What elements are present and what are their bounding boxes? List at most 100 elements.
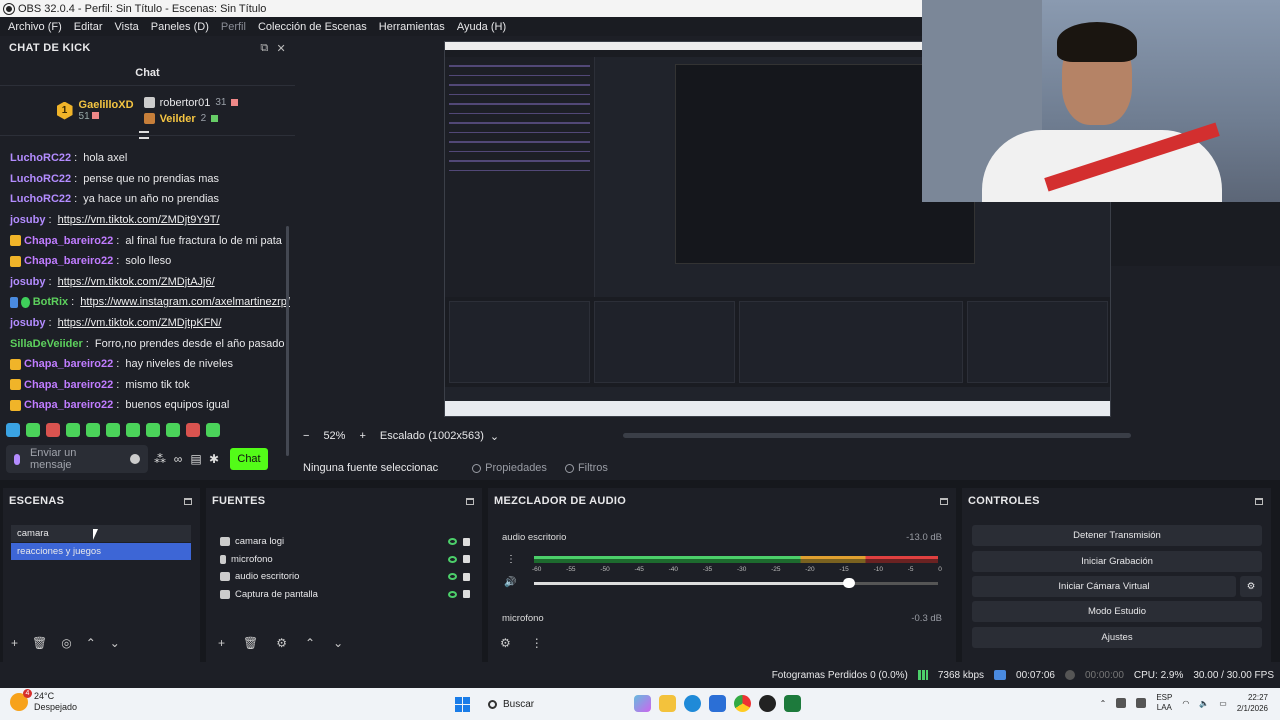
- zoom-out-button[interactable]: −: [303, 430, 309, 442]
- chat-username[interactable]: josuby: [10, 214, 45, 226]
- infinity-icon[interactable]: ∞: [172, 453, 184, 465]
- emote-icon[interactable]: [126, 423, 140, 437]
- store-icon[interactable]: [709, 695, 726, 712]
- trash-icon[interactable]: 🗑: [32, 636, 47, 650]
- emote-icon[interactable]: [186, 423, 200, 437]
- trash-icon[interactable]: 🗑: [243, 636, 258, 650]
- chat-username[interactable]: Chapa_bareiro22: [24, 235, 113, 247]
- start-virtual-camera-button[interactable]: Iniciar Cámara Virtual: [972, 576, 1236, 597]
- volume-icon[interactable]: 🔈: [1199, 699, 1209, 708]
- chat-username[interactable]: Chapa_bareiro22: [24, 379, 113, 391]
- source-item[interactable]: camara logi: [220, 533, 470, 551]
- visibility-icon[interactable]: [448, 573, 457, 581]
- arrow-up-icon[interactable]: ⌃: [305, 636, 315, 650]
- chat-username[interactable]: LuchoRC22: [10, 173, 71, 185]
- taskbar-search[interactable]: Buscar: [480, 693, 630, 715]
- emote-icon[interactable]: [106, 423, 120, 437]
- menu-ayuda[interactable]: Ayuda (H): [451, 21, 512, 33]
- menu-dots-icon[interactable]: ⋮: [531, 636, 543, 650]
- emote-icon[interactable]: [66, 423, 80, 437]
- chevron-up-icon[interactable]: ⌃: [1100, 699, 1107, 708]
- chat-username[interactable]: LuchoRC22: [10, 193, 71, 205]
- visibility-icon[interactable]: [448, 555, 457, 563]
- undock-icon[interactable]: ⧉: [260, 42, 268, 55]
- wifi-icon[interactable]: ◠: [1182, 699, 1189, 708]
- menu-perfil[interactable]: Perfil: [215, 21, 252, 33]
- collapse-icon[interactable]: [139, 131, 149, 139]
- gear-icon[interactable]: ✱: [208, 453, 220, 465]
- battery-icon[interactable]: ▭: [1219, 699, 1227, 708]
- windows-start-icon[interactable]: [455, 697, 470, 712]
- lock-icon[interactable]: [463, 572, 470, 581]
- tray-app-icon[interactable]: [1116, 698, 1127, 708]
- chat-username[interactable]: BotRix: [33, 296, 68, 308]
- lock-icon[interactable]: [463, 555, 470, 564]
- store-icon[interactable]: ▤: [190, 453, 202, 465]
- chat-input[interactable]: Enviar un mensaje: [6, 445, 148, 473]
- add-icon[interactable]: +: [11, 636, 18, 650]
- gifter-row[interactable]: Veilder 2: [143, 113, 239, 125]
- clock[interactable]: 22:27 2/1/2026: [1237, 692, 1268, 714]
- edge-icon[interactable]: [684, 695, 701, 712]
- zoom-in-button[interactable]: +: [359, 430, 365, 442]
- chat-username[interactable]: SillaDeVeiider: [10, 338, 83, 350]
- chat-send-button[interactable]: Chat: [230, 448, 268, 470]
- gear-icon[interactable]: ⚙: [276, 636, 287, 650]
- menu-coleccion-escenas[interactable]: Colección de Escenas: [252, 21, 373, 33]
- settings-button[interactable]: Ajustes: [972, 627, 1262, 648]
- language-indicator[interactable]: ESP LAA: [1156, 693, 1172, 713]
- file-explorer-icon[interactable]: [659, 695, 676, 712]
- copilot-icon[interactable]: [634, 695, 651, 712]
- chat-username[interactable]: LuchoRC22: [10, 152, 71, 164]
- chat-link[interactable]: https://vm.tiktok.com/ZMDjt9Y9T/: [58, 214, 220, 226]
- close-icon[interactable]: ✕: [276, 42, 286, 55]
- emote-icon[interactable]: [6, 423, 20, 437]
- source-item[interactable]: Captura de pantalla: [220, 586, 470, 604]
- studio-mode-button[interactable]: Modo Estudio: [972, 601, 1262, 622]
- weather-widget[interactable]: 4 24°C Despejado: [10, 689, 77, 713]
- gear-icon[interactable]: ⚙: [500, 636, 511, 650]
- arrow-down-icon[interactable]: ⌄: [110, 636, 120, 650]
- add-icon[interactable]: +: [218, 636, 225, 650]
- emote-icon[interactable]: [166, 423, 180, 437]
- excel-icon[interactable]: [784, 695, 801, 712]
- chat-username[interactable]: josuby: [10, 317, 45, 329]
- menu-archivo[interactable]: Archivo (F): [2, 21, 68, 33]
- emote-icon[interactable]: [86, 423, 100, 437]
- undock-icon[interactable]: [466, 497, 474, 505]
- scene-item[interactable]: reacciones y juegos: [11, 543, 191, 560]
- visibility-icon[interactable]: [448, 538, 457, 546]
- chrome-icon[interactable]: [734, 695, 751, 712]
- chat-username[interactable]: josuby: [10, 276, 45, 288]
- preview-hscrollbar[interactable]: [623, 433, 1131, 438]
- obs-icon[interactable]: [759, 695, 776, 712]
- emoji-icon[interactable]: [130, 454, 140, 464]
- menu-paneles[interactable]: Paneles (D): [145, 21, 215, 33]
- emote-icon[interactable]: [206, 423, 220, 437]
- share-icon[interactable]: ⁂: [154, 453, 166, 465]
- scale-select[interactable]: Escalado (1002x563) ⌄: [380, 430, 499, 443]
- undock-icon[interactable]: [184, 497, 192, 505]
- volume-slider-knob[interactable]: [843, 578, 856, 588]
- speaker-icon[interactable]: 🔊: [504, 577, 516, 588]
- filters-button[interactable]: Filtros: [564, 462, 608, 474]
- channel-menu-icon[interactable]: ⋮: [506, 554, 516, 565]
- start-recording-button[interactable]: Iniciar Grabación: [972, 551, 1262, 572]
- chat-scrollbar[interactable]: [286, 226, 289, 456]
- arrow-down-icon[interactable]: ⌄: [333, 636, 343, 650]
- lock-icon[interactable]: [463, 537, 470, 546]
- properties-button[interactable]: Propiedades: [472, 462, 547, 474]
- menu-herramientas[interactable]: Herramientas: [373, 21, 451, 33]
- source-item[interactable]: audio escritorio: [220, 568, 470, 586]
- emote-icon[interactable]: [26, 423, 40, 437]
- chat-username[interactable]: Chapa_bareiro22: [24, 358, 113, 370]
- lock-icon[interactable]: [463, 590, 470, 599]
- menu-editar[interactable]: Editar: [68, 21, 109, 33]
- top-gifter[interactable]: 1 GaelilloXD 51: [56, 99, 134, 122]
- chat-link[interactable]: https://www.instagram.com/axelmartinezrp…: [80, 296, 290, 308]
- undock-icon[interactable]: [1255, 497, 1263, 505]
- tray-app-icon[interactable]: [1136, 698, 1147, 708]
- arrow-up-icon[interactable]: ⌃: [86, 636, 96, 650]
- chat-username[interactable]: Chapa_bareiro22: [24, 255, 113, 267]
- source-item[interactable]: microfono: [220, 551, 470, 569]
